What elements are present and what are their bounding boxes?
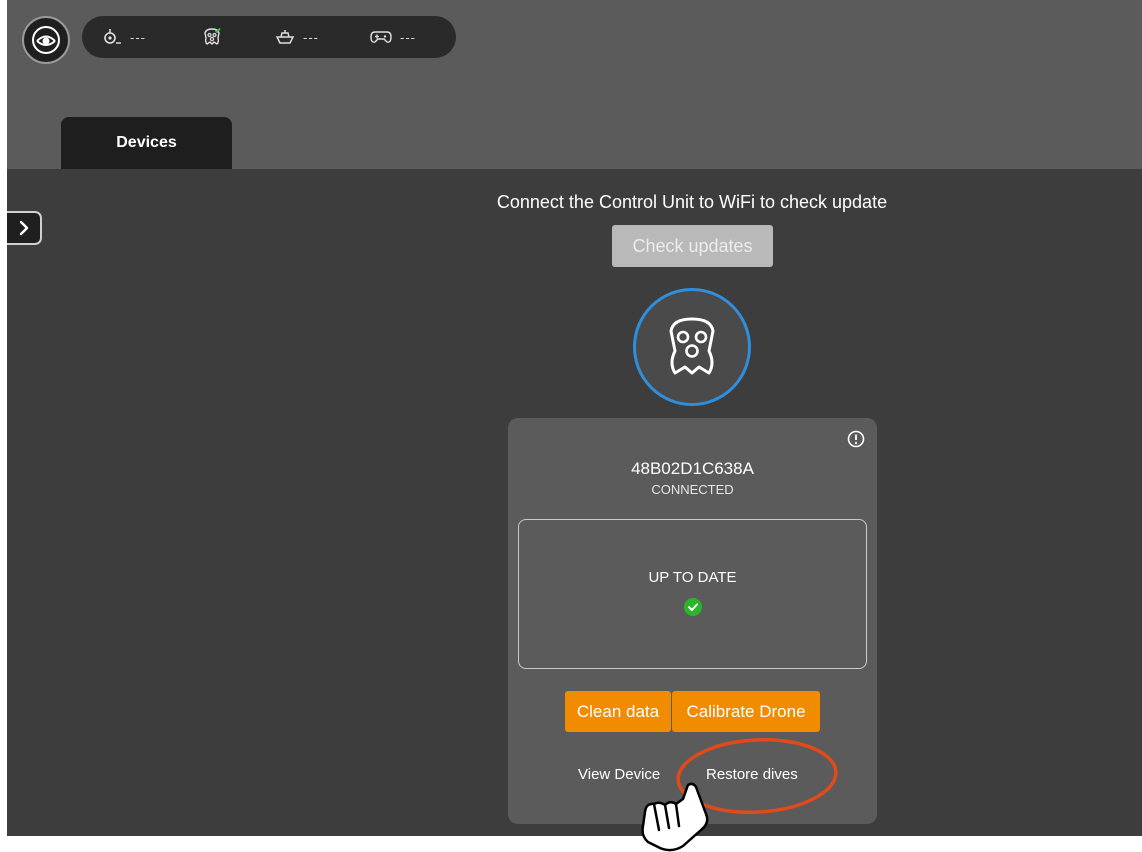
update-status-text: UP TO DATE	[648, 569, 737, 586]
drone-device-icon-button[interactable]	[633, 288, 751, 406]
boat-icon	[275, 30, 295, 44]
view-device-link[interactable]: View Device	[578, 766, 660, 783]
drone-icon	[204, 27, 221, 45]
update-status-box: UP TO DATE	[518, 519, 867, 669]
app-frame: --- --- --- Devices Connect the Control …	[7, 0, 1142, 836]
info-alert-icon[interactable]	[847, 430, 865, 448]
app-logo-button[interactable]	[22, 16, 70, 64]
diver-status: ---	[102, 28, 202, 46]
wifi-message: Connect the Control Unit to WiFi to chec…	[496, 192, 888, 212]
controller-status: ---	[370, 30, 416, 45]
device-id: 48B02D1C638A	[631, 459, 754, 478]
eye-logo-icon	[32, 26, 60, 54]
calibrate-drone-button[interactable]: Calibrate Drone	[672, 691, 820, 732]
diver-icon	[104, 29, 121, 44]
controller-status-value: ---	[400, 29, 416, 45]
gamepad-icon	[370, 31, 392, 43]
connection-status: CONNECTED	[651, 482, 734, 497]
device-card: 48B02D1C638A CONNECTED UP TO DATE Clean …	[508, 418, 877, 824]
boat-status: ---	[275, 29, 370, 45]
drone-status	[202, 27, 275, 47]
top-bar: --- --- --- Devices	[7, 0, 1142, 169]
tab-devices[interactable]: Devices	[61, 117, 232, 169]
diver-status-value: ---	[130, 29, 146, 45]
status-bar: --- --- ---	[82, 16, 456, 58]
check-circle-icon	[684, 598, 702, 616]
restore-dives-link[interactable]: Restore dives	[706, 766, 798, 783]
sidebar-toggle-button[interactable]	[7, 211, 42, 245]
drone-icon	[669, 317, 715, 375]
boat-status-value: ---	[303, 29, 319, 45]
clean-data-button[interactable]: Clean data	[565, 691, 671, 732]
check-updates-button[interactable]: Check updates	[612, 225, 773, 267]
chevron-right-icon	[19, 220, 28, 236]
